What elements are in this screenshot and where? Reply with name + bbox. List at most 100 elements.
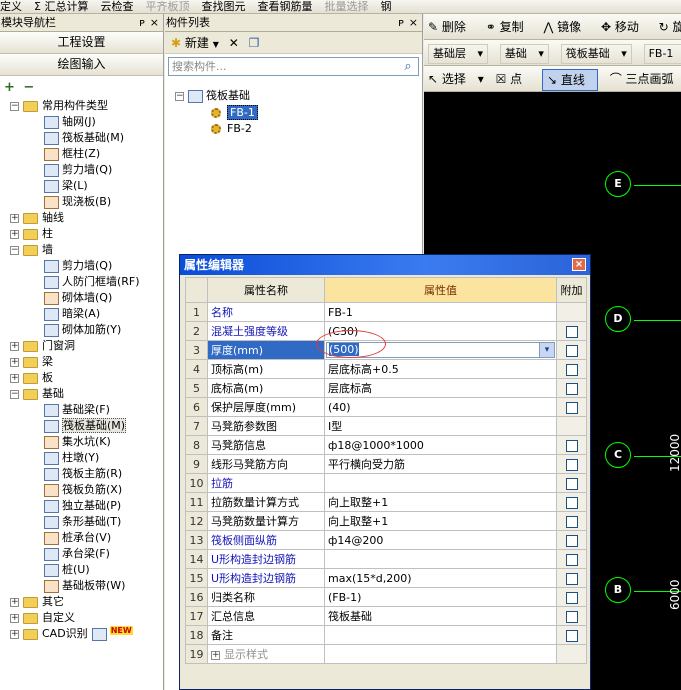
property-value[interactable]: I型	[324, 416, 557, 436]
new-component-button[interactable]: 新建	[185, 36, 209, 50]
nav-tree-node[interactable]: 条形基础(T)	[44, 514, 121, 530]
property-row[interactable]: 5 底标高(m) 层底标高	[185, 378, 587, 398]
expand-icon[interactable]: +	[10, 213, 19, 223]
nav-tree-node[interactable]: 基础板带(W)	[44, 578, 125, 594]
nav-tree-node[interactable]: 砌体加筋(Y)	[44, 322, 121, 338]
property-value[interactable]	[324, 625, 557, 645]
expand-icon[interactable]: +	[10, 629, 19, 639]
nav-tree-node[interactable]: 柱墩(Y)	[44, 450, 99, 466]
nav-tree-node[interactable]: 暗梁(A)	[44, 306, 100, 322]
arc-button[interactable]: ⌒ 三点画弧	[610, 72, 681, 86]
expand-icon[interactable]: +	[10, 341, 19, 351]
nav-tree-node[interactable]: 剪力墙(Q)	[44, 258, 112, 274]
name-select[interactable]: FB-1	[643, 43, 681, 64]
nav-tree-node[interactable]: 承台梁(F)	[44, 546, 110, 562]
pin-icon[interactable]: ᴘ	[139, 14, 145, 31]
point-button[interactable]: ☒ 点	[496, 72, 531, 86]
close-icon[interactable]: ×	[572, 258, 586, 271]
property-value[interactable]	[324, 549, 557, 569]
search-icon[interactable]: ⌕	[398, 58, 418, 75]
property-value[interactable]: 平行横向受力筋	[324, 454, 557, 474]
property-row[interactable]: 7 马凳筋参数图 I型	[185, 416, 587, 436]
close-icon[interactable]: ×	[150, 14, 159, 31]
attach-checkbox[interactable]	[565, 610, 578, 623]
property-value[interactable]: (40)	[324, 397, 557, 417]
expand-icon[interactable]: +	[10, 229, 19, 239]
attach-checkbox[interactable]	[565, 534, 578, 547]
toolbar-item[interactable]: 批量选择	[324, 1, 368, 13]
property-row[interactable]: 2 混凝土强度等级 (C30)	[185, 321, 587, 341]
toolbar-item[interactable]: 平齐板顶	[145, 1, 189, 13]
nav-tree-node[interactable]: + 梁	[10, 354, 53, 370]
attach-checkbox[interactable]	[565, 496, 578, 509]
nav-tree-node[interactable]: + 柱	[10, 226, 53, 242]
attach-checkbox[interactable]	[565, 591, 578, 604]
property-value[interactable]: 层底标高+0.5	[324, 359, 557, 379]
attach-checkbox[interactable]	[565, 572, 578, 585]
nav-tree-node[interactable]: + CAD识别 NEW	[10, 626, 133, 642]
nav-tree-node[interactable]: + 轴线	[10, 210, 64, 226]
nav-tree-node[interactable]: 筏板基础(M)	[44, 130, 124, 146]
nav-tree-node[interactable]: 桩承台(V)	[44, 530, 111, 546]
attach-checkbox[interactable]	[565, 458, 578, 471]
attach-checkbox[interactable]	[565, 629, 578, 642]
toolbar-item[interactable]: Σ 汇总计算	[34, 1, 88, 13]
dialog-title-bar[interactable]: 属性编辑器 ×	[180, 255, 590, 275]
property-row[interactable]: 18 备注	[185, 625, 587, 645]
component-item[interactable]: FB-2	[211, 121, 252, 137]
property-row[interactable]: 12 马凳筋数量计算方 向上取整+1	[185, 511, 587, 531]
property-value[interactable]: max(15*d,200)	[324, 568, 557, 588]
dropdown-arrow-icon[interactable]: ▼	[213, 40, 219, 49]
property-row[interactable]: 4 顶标高(m) 层底标高+0.5	[185, 359, 587, 379]
nav-tree-node[interactable]: 人防门框墙(RF)	[44, 274, 140, 290]
property-value[interactable]: 层底标高	[324, 378, 557, 398]
toolbar-item[interactable]: 定义	[0, 1, 22, 13]
layer-select[interactable]: 基础层 ▾	[428, 43, 489, 64]
expand-icon[interactable]: +	[10, 357, 19, 367]
property-value[interactable]	[324, 473, 557, 493]
toolbar-item[interactable]: 查找图元	[201, 1, 245, 13]
delete-icon[interactable]: ✕	[229, 36, 239, 50]
expand-icon[interactable]: +	[10, 613, 19, 623]
expand-icon[interactable]: +	[10, 373, 19, 383]
line-button[interactable]: ↘ 直线	[541, 68, 598, 91]
nav-tree-node[interactable]: 轴网(J)	[44, 114, 96, 130]
nav-tree-node[interactable]: 独立基础(P)	[44, 498, 121, 514]
nav-tree-node[interactable]: 现浇板(B)	[44, 194, 111, 210]
attach-checkbox[interactable]	[565, 515, 578, 528]
nav-tree-node[interactable]: 框柱(Z)	[44, 146, 100, 162]
collapse-icon[interactable]: −	[10, 389, 19, 399]
property-row[interactable]: 10 拉筋	[185, 473, 587, 493]
property-row[interactable]: 11 拉筋数量计算方式 向上取整+1	[185, 492, 587, 512]
property-row[interactable]: 6 保护层厚度(mm) (40)	[185, 397, 587, 417]
expand-icon[interactable]: +	[211, 650, 220, 660]
type-select[interactable]: 筏板基础 ▾	[560, 43, 632, 64]
rotate-button[interactable]: ↻ 旋	[659, 20, 681, 34]
copy-icon[interactable]: ❐	[249, 36, 260, 50]
attach-checkbox[interactable]	[565, 363, 578, 376]
attach-checkbox[interactable]	[565, 325, 578, 338]
property-row[interactable]: 9 线形马凳筋方向 平行横向受力筋	[185, 454, 587, 474]
property-row[interactable]: 16 归类名称 (FB-1)	[185, 587, 587, 607]
attach-checkbox[interactable]	[565, 477, 578, 490]
property-row[interactable]: 3 厚度(mm) (500) ▾	[185, 340, 587, 360]
search-input[interactable]: 搜索构件...	[172, 60, 227, 73]
component-item[interactable]: FB-1	[211, 105, 258, 121]
nav-tree-node[interactable]: − 常用构件类型	[10, 98, 108, 114]
nav-tree-node[interactable]: 梁(L)	[44, 178, 88, 194]
draw-input-button[interactable]: 绘图输入	[0, 54, 163, 76]
property-value[interactable]: ф18@1000*1000	[324, 435, 557, 455]
collapse-icon[interactable]: −	[10, 245, 19, 255]
property-value[interactable]: 向上取整+1	[324, 492, 557, 512]
property-value[interactable]: (FB-1)	[324, 587, 557, 607]
toolbar-item[interactable]: 云检查	[100, 1, 133, 13]
collapse-icon[interactable]: −	[175, 91, 184, 101]
property-row[interactable]: 17 汇总信息 筏板基础	[185, 606, 587, 626]
toolbar-item[interactable]: 钢	[380, 1, 391, 13]
nav-tree-node[interactable]: − 基础	[10, 386, 64, 402]
nav-tree-node[interactable]: + 其它	[10, 594, 64, 610]
component-tree-root[interactable]: − 筏板基础	[175, 88, 250, 104]
close-icon[interactable]: ×	[409, 14, 418, 31]
nav-tree-node[interactable]: 筏板负筋(X)	[44, 482, 122, 498]
toolbar-item[interactable]: 查看钢筋量	[257, 1, 312, 13]
